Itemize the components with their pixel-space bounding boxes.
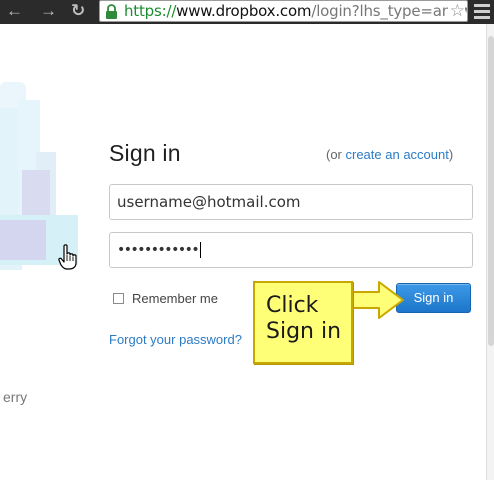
create-account-link[interactable]: create an account (346, 147, 449, 162)
address-bar[interactable]: https://www.dropbox.com/login?lhs_type=a… (99, 0, 468, 22)
menu-icon[interactable] (474, 4, 490, 19)
tutorial-callout: Click Sign in (253, 281, 353, 364)
footer-partial-text: erry (3, 389, 28, 405)
forward-arrow-icon[interactable]: → (40, 1, 57, 21)
password-field[interactable]: •••••••••••• (109, 232, 473, 268)
forgot-password-link[interactable]: Forgot your password? (109, 332, 242, 347)
reload-icon[interactable]: ↻ (71, 1, 85, 21)
scroll-thumb[interactable] (488, 36, 494, 346)
remember-me-option[interactable]: Remember me (113, 291, 218, 306)
remember-me-checkbox[interactable] (113, 293, 124, 304)
back-arrow-icon[interactable]: ← (6, 1, 23, 21)
text-caret (200, 242, 202, 258)
url-text: https://www.dropbox.com/login?lhs_type=a… (124, 2, 468, 20)
create-account-text: (or create an account) (326, 147, 454, 162)
remember-me-label: Remember me (132, 291, 218, 306)
callout-arrow (350, 281, 404, 319)
lock-icon (106, 4, 117, 19)
scrollbar[interactable] (486, 24, 494, 480)
browser-toolbar: ← → ↻ https://www.dropbox.com/login?lhs_… (0, 0, 494, 24)
decorative-illustration (0, 82, 78, 270)
bookmark-star-icon[interactable]: ☆ (447, 1, 465, 21)
email-field[interactable]: username@hotmail.com (109, 184, 473, 220)
sign-in-heading: Sign in (109, 140, 181, 166)
sign-in-button[interactable]: Sign in (396, 283, 471, 313)
hand-cursor-icon (58, 244, 77, 270)
